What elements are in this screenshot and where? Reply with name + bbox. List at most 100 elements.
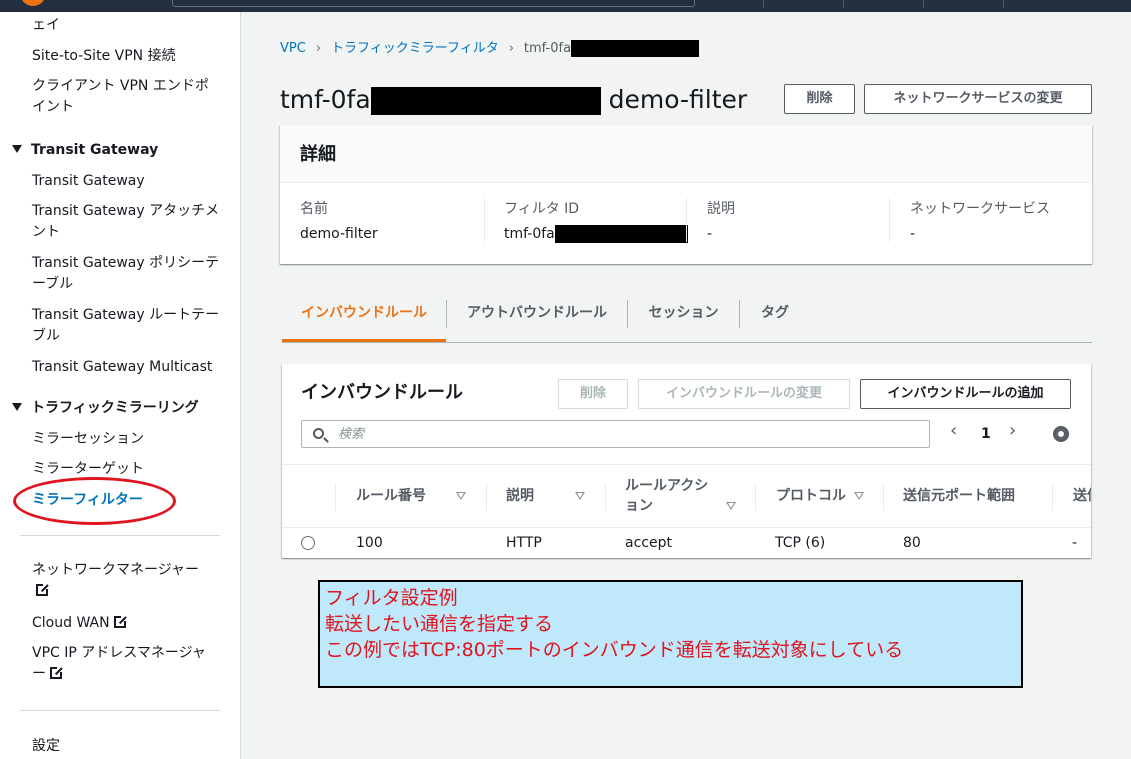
column-header-rule-number[interactable]: ルール番号: [356, 486, 426, 506]
breadcrumb-mirror-filters[interactable]: トラフィックミラーフィルタ: [331, 41, 499, 56]
sidebar-item-label: ー: [32, 666, 46, 682]
redaction-bar: [554, 225, 688, 243]
row-select-radio[interactable]: [301, 536, 315, 550]
column-header-description[interactable]: 説明: [506, 486, 534, 506]
sort-icon[interactable]: [726, 502, 736, 510]
network-services-label: ネットワークサービス: [910, 201, 1050, 217]
topbar-divider: [923, 0, 924, 8]
sidebar-item-label: Transit Gateway アタッチメ: [32, 203, 220, 219]
column-divider: [1052, 483, 1053, 511]
sidebar-item-transit-gateway[interactable]: Transit Gateway: [32, 171, 145, 192]
sidebar-item-tgw-multicast[interactable]: Transit Gateway Multicast: [32, 357, 212, 378]
search-icon: [313, 428, 324, 439]
sidebar-item-label: ネットワークマネージャー: [32, 562, 200, 578]
sidebar-section-label: トラフィックミラーリング: [31, 400, 199, 416]
details-panel-header: 詳細: [280, 125, 1092, 183]
settings-gear-icon[interactable]: [1053, 426, 1069, 442]
chevron-right-icon: ›: [315, 41, 322, 56]
sidebar-item-label: ーブル: [32, 276, 74, 292]
column-header-destination-port[interactable]: 送信: [1073, 486, 1091, 506]
prev-page-icon[interactable]: ‹: [950, 421, 957, 441]
annotation-line: フィルタ設定例: [325, 587, 458, 609]
highlight-circle-annotation: [13, 477, 176, 525]
column-header-rule-action[interactable]: ルールアクシ ョン: [625, 476, 708, 516]
sidebar-item-mirror-sessions[interactable]: ミラーセッション: [32, 429, 144, 450]
cell-rule-number: 100: [356, 535, 383, 551]
inbound-rules-heading: インバウンドルール: [301, 382, 463, 403]
external-link-icon: [36, 583, 49, 596]
breadcrumb-vpc[interactable]: VPC: [280, 41, 306, 56]
caret-down-icon: [12, 145, 22, 153]
add-inbound-rule-button[interactable]: インバウンドルールの追加: [860, 379, 1071, 409]
column-header-label: ルールアクシ: [625, 478, 709, 494]
sidebar-item-tgw-policy-tables[interactable]: Transit Gateway ポリシーテ ーブル: [32, 253, 219, 295]
top-navigation-bar: [0, 0, 1131, 12]
cell-source-port: 80: [903, 535, 921, 551]
cell-rule-action: accept: [625, 535, 672, 551]
sort-icon[interactable]: [854, 492, 864, 500]
sidebar-item-gateway[interactable]: ェイ: [32, 15, 60, 36]
details-panel: 詳細 名前 demo-filter フィルタ ID tmf-0fa 説明 - ネ…: [280, 125, 1092, 264]
sidebar-item-ipam[interactable]: VPC IP アドレスマネージャ ー: [32, 643, 206, 685]
description-label: 説明: [707, 201, 735, 217]
delete-button[interactable]: 削除: [784, 84, 855, 114]
sidebar-divider: [20, 535, 220, 536]
global-search-input[interactable]: [172, 0, 695, 7]
sort-icon[interactable]: [456, 492, 466, 500]
sidebar-section-traffic-mirroring[interactable]: トラフィックミラーリング: [12, 398, 199, 419]
sidebar-item-label: ント: [32, 224, 60, 240]
page-title: tmf-0fa demo-filter: [280, 84, 747, 116]
tab-sessions[interactable]: セッション: [628, 296, 739, 342]
annotation-callout: フィルタ設定例 転送したい通信を指定する この例ではTCP:80ポートのインバウ…: [318, 580, 1023, 688]
sidebar-item-settings[interactable]: 設定: [32, 736, 60, 757]
aws-logo-icon[interactable]: [20, 0, 46, 6]
sidebar-item-network-manager[interactable]: ネットワークマネージャー: [32, 560, 199, 602]
cell-description: HTTP: [506, 535, 542, 551]
annotation-line: この例ではTCP:80ポートのインバウンド通信を転送対象にしている: [325, 639, 904, 661]
sidebar: ェイ Site-to-Site VPN 接続 クライアント VPN エンドポ イ…: [0, 12, 241, 759]
description-value: -: [707, 226, 713, 242]
cell-protocol: TCP (6): [775, 535, 826, 551]
breadcrumb: VPC › トラフィックミラーフィルタ › tmf-0fa: [280, 40, 700, 58]
topbar-divider: [843, 0, 844, 8]
sidebar-section-transit-gateway[interactable]: Transit Gateway: [12, 140, 158, 161]
topbar-divider: [763, 0, 764, 8]
sort-icon[interactable]: [575, 492, 585, 500]
sidebar-item-cloud-wan[interactable]: Cloud WAN: [32, 613, 127, 634]
annotation-line: 転送したい通信を指定する: [325, 613, 554, 635]
tab-outbound-rules[interactable]: アウトバウンドルール: [447, 296, 627, 342]
filter-id-value: tmf-0fa: [504, 224, 688, 244]
tab-inbound-rules[interactable]: インバウンドルール: [282, 296, 446, 342]
column-header-source-port[interactable]: 送信元ポート範囲: [903, 486, 1015, 506]
sidebar-item-site-to-site-vpn[interactable]: Site-to-Site VPN 接続: [32, 46, 176, 67]
cell-destination-port: -: [1072, 535, 1078, 551]
column-divider: [605, 483, 606, 511]
chevron-right-icon: ›: [508, 41, 514, 56]
edit-inbound-rules-button[interactable]: インバウンドルールの変更: [638, 379, 850, 409]
sidebar-item-tgw-route-tables[interactable]: Transit Gateway ルートテー ブル: [32, 305, 219, 347]
sidebar-item-client-vpn[interactable]: クライアント VPN エンドポ イント: [32, 76, 209, 118]
next-page-icon[interactable]: ›: [1009, 421, 1016, 441]
caret-down-icon: [12, 403, 22, 411]
sidebar-divider: [20, 710, 220, 711]
column-divider: [335, 483, 336, 511]
change-network-services-button[interactable]: ネットワークサービスの変更: [864, 84, 1092, 114]
redaction-bar: [571, 40, 700, 57]
tab-tags[interactable]: タグ: [740, 296, 810, 342]
page-number[interactable]: 1: [981, 424, 991, 444]
sidebar-item-label: VPC IP アドレスマネージャ: [32, 645, 206, 661]
name-label: 名前: [300, 201, 328, 217]
search-input[interactable]: 検索: [301, 420, 930, 448]
column-divider: [686, 198, 687, 242]
sidebar-item-label: ブル: [32, 328, 60, 344]
search-placeholder: 検索: [338, 427, 365, 442]
name-value: demo-filter: [300, 226, 378, 242]
delete-rule-button[interactable]: 削除: [558, 379, 628, 409]
breadcrumb-current: tmf-0fa: [523, 41, 572, 56]
filter-id-text: tmf-0fa: [504, 226, 555, 242]
sidebar-item-tgw-attachments[interactable]: Transit Gateway アタッチメ ント: [32, 201, 219, 243]
column-header-protocol[interactable]: プロトコル: [776, 486, 846, 506]
column-divider: [889, 198, 890, 242]
table-header: ルール番号 説明 ルールアクシ ョン プロトコル 送信元ポート範囲 送信: [282, 464, 1091, 528]
column-header-label: ョン: [625, 498, 653, 514]
